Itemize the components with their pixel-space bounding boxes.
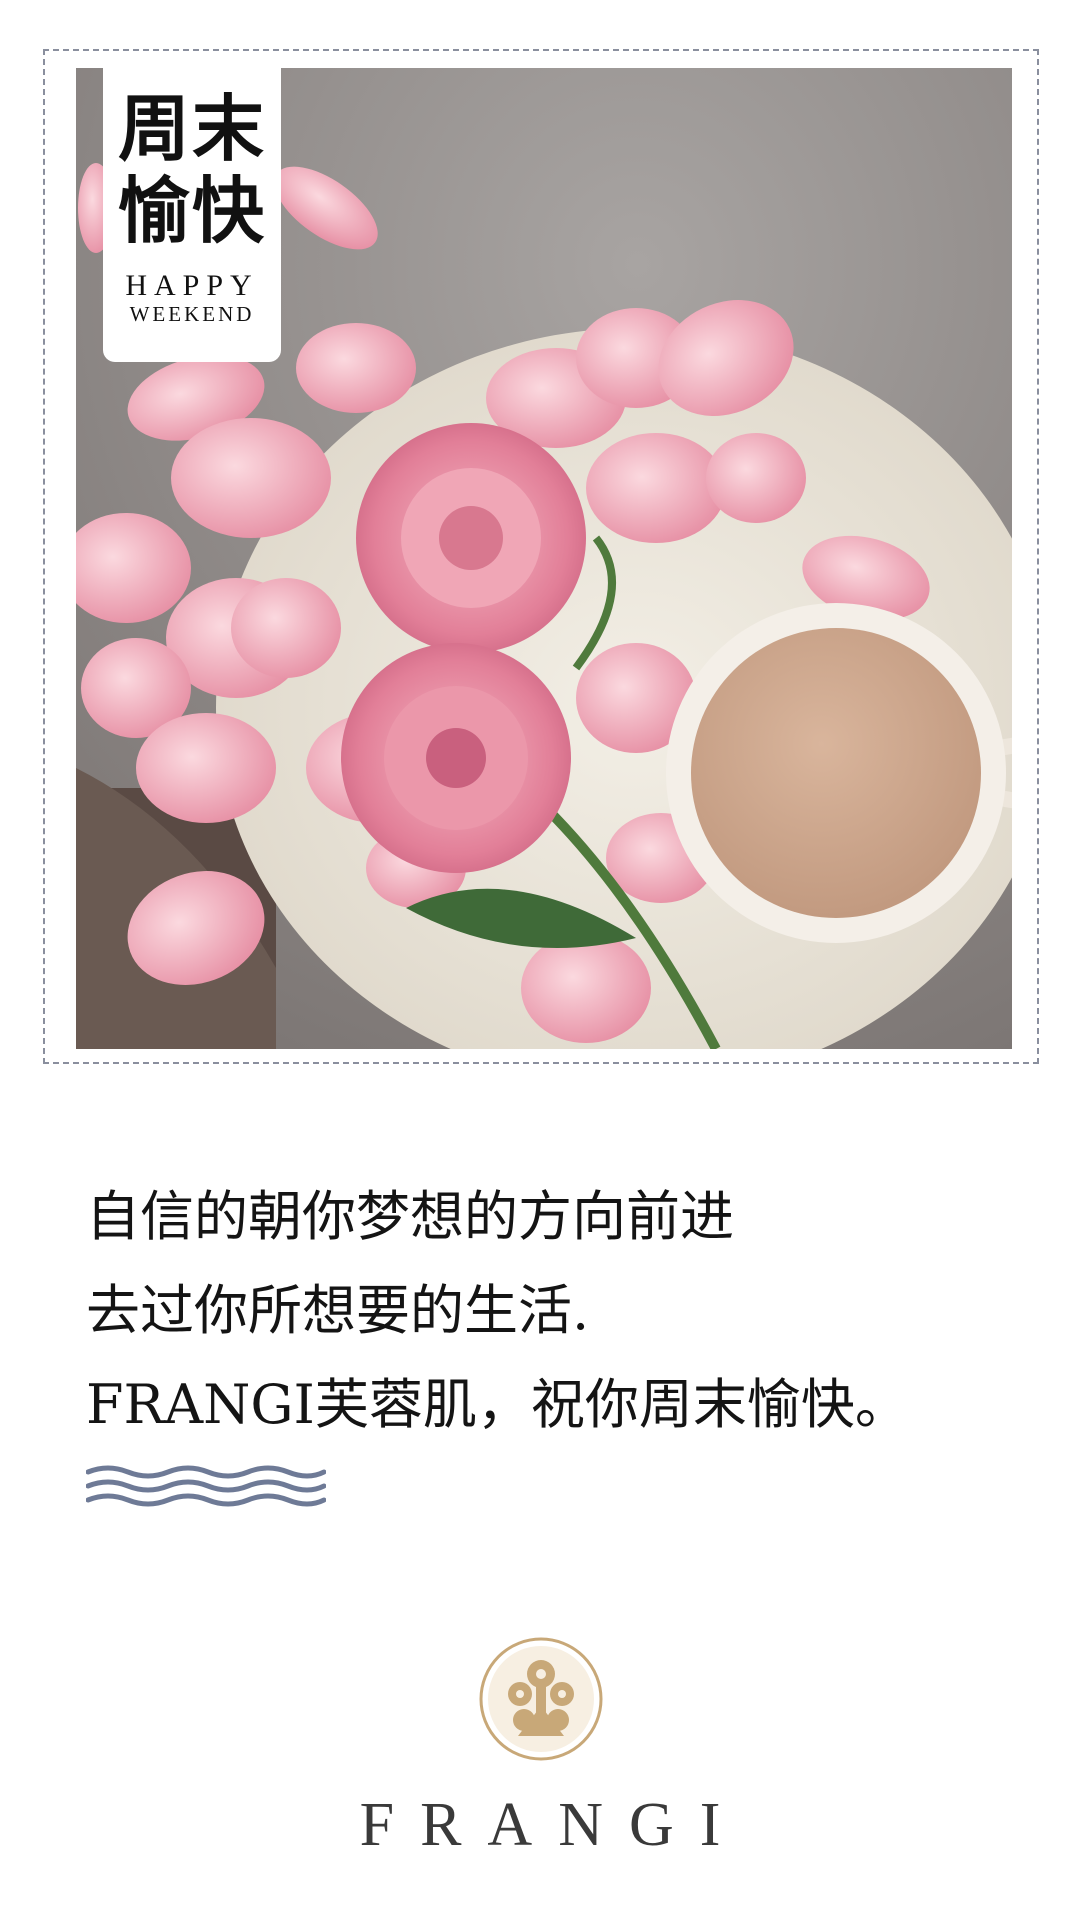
- wave-lines-icon: [85, 1462, 327, 1516]
- frangi-emblem-icon: [478, 1636, 604, 1766]
- quote-line: 自信的朝你梦想的方向前进: [86, 1185, 734, 1248]
- happy-weekend-badge: 周末 愉快 HAPPY WEEKEND: [103, 68, 281, 362]
- quote-line: 去过你所想要的生活.: [86, 1279, 590, 1342]
- badge-title-cn: 周末 愉快: [117, 86, 266, 253]
- badge-title-en-line1: HAPPY: [125, 269, 259, 302]
- quote-text: 自信的朝你梦想的方向前进 去过你所想要的生活. FRANGI芙蓉肌，祝你周末愉快…: [86, 1170, 1046, 1452]
- badge-title-en-line2: WEEKEND: [129, 302, 255, 326]
- brand-name: FRANGI: [359, 1791, 747, 1859]
- quote-line: FRANGI芙蓉肌，祝你周末愉快。: [86, 1373, 909, 1436]
